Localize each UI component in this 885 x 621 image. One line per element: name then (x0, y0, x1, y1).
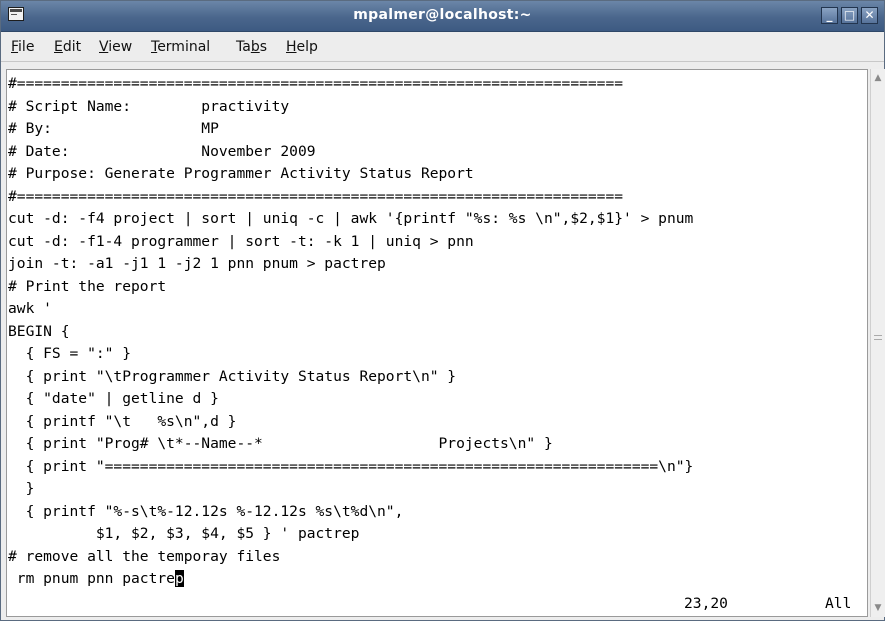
text-cursor: p (174, 570, 184, 587)
menu-tabs[interactable]: Tabs (236, 39, 267, 55)
terminal-line: { printf "\t %s\n",d } (8, 412, 237, 430)
current-line-text: rm pnum pnn pactre (8, 570, 175, 587)
terminal-line: # By: MP (8, 120, 219, 137)
terminal-line: #=======================================… (8, 75, 624, 92)
terminal-line: # Date: November 2009 (8, 142, 316, 160)
menu-file[interactable]: File (11, 39, 34, 55)
terminal-line: cut -d: -f1-4 programmer | sort -t: -k 1… (8, 232, 474, 250)
terminal-line: $1, $2, $3, $4, $5 } ' pactrep (8, 525, 360, 542)
terminal-line-current: rm pnum pnn pactrep (8, 568, 184, 591)
window-title: mpalmer@localhost:~ (353, 7, 532, 23)
menu-help[interactable]: Help (286, 39, 318, 55)
terminal-line: { FS = ":" } (8, 345, 132, 362)
vertical-scrollbar[interactable]: ▲ ▼ (870, 69, 885, 617)
terminal-line: { print "Prog# \t*--Name--* Projects\n" … (8, 435, 553, 452)
terminal-line: { "date" | getline d } (8, 390, 219, 407)
terminal-line: { print "===============================… (8, 457, 694, 475)
minimize-button[interactable]: _ (821, 7, 838, 24)
terminal-line: } (8, 480, 35, 497)
title-bar[interactable]: mpalmer@localhost:~ _ □ ✕ (1, 1, 884, 32)
close-button[interactable]: ✕ (861, 7, 878, 24)
scroll-up-arrow-icon[interactable]: ▲ (872, 71, 884, 85)
terminal-line: #=======================================… (8, 187, 624, 205)
terminal-line: BEGIN { (8, 322, 70, 340)
scroll-down-arrow-icon[interactable]: ▼ (872, 601, 884, 615)
terminal-line: cut -d: -f4 project | sort | uniq -c | a… (8, 210, 694, 227)
terminal-line: join -t: -a1 -j1 1 -j2 1 pnn pnum > pact… (8, 255, 386, 272)
scrollbar-grip-icon[interactable] (874, 335, 882, 340)
terminal-line: # remove all the temporay files (8, 547, 281, 565)
terminal-line: { printf "%-s\t%-12.12s %-12.12s %s\t%d\… (8, 502, 404, 520)
menu-view[interactable]: View (99, 39, 132, 55)
menu-bar: File Edit View Terminal Tabs Help (1, 32, 884, 62)
terminal-line: # Script Name: practivity (8, 97, 290, 115)
cursor-position-indicator: 23,20 (684, 595, 728, 612)
terminal-line: { print "\tProgrammer Activity Status Re… (8, 367, 457, 385)
terminal-line: awk ' (8, 300, 52, 317)
terminal-text-area[interactable]: #=======================================… (6, 69, 868, 617)
menu-terminal[interactable]: Terminal (151, 39, 210, 55)
menu-edit[interactable]: Edit (54, 39, 81, 55)
maximize-button[interactable]: □ (841, 7, 858, 24)
terminal-line: # Purpose: Generate Programmer Activity … (8, 165, 474, 182)
terminal-line: # Print the report (8, 277, 167, 295)
scroll-position-indicator: All (825, 595, 852, 612)
terminal-window: mpalmer@localhost:~ _ □ ✕ File Edit View… (0, 0, 885, 621)
